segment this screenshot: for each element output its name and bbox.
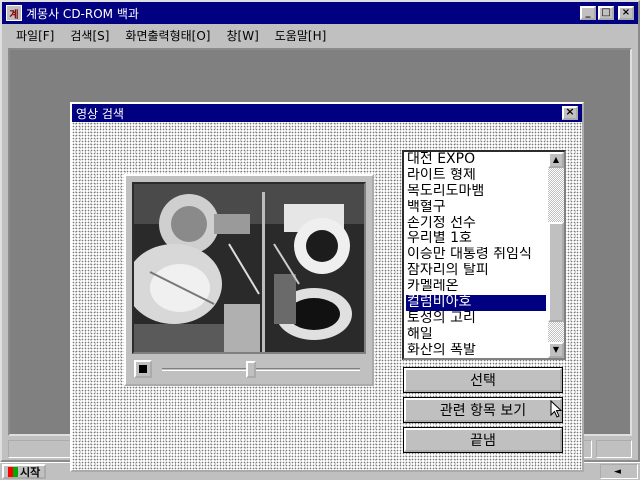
- list-item[interactable]: 이승만 대통령 취임식: [406, 247, 546, 263]
- app-title: 계몽사 CD-ROM 백과: [26, 6, 139, 21]
- dialog-title: 영상 검색: [76, 106, 124, 121]
- list-item[interactable]: 컬럼비아호: [406, 295, 546, 311]
- list-item[interactable]: 목도리도마뱀: [406, 184, 546, 200]
- list-item[interactable]: 카멜레온: [406, 279, 546, 295]
- seek-slider[interactable]: [158, 360, 364, 378]
- list-item[interactable]: 대전 EXPO: [406, 152, 546, 168]
- menu-window[interactable]: 창[W]: [218, 27, 266, 44]
- list-item[interactable]: 화산의 폭발: [406, 343, 546, 358]
- dialog-title-bar[interactable]: 영상 검색 ×: [72, 104, 582, 122]
- list-item[interactable]: 토성의 고리: [406, 311, 546, 327]
- menu-bar: 파일[F] 검색[S] 화면출력형태[O] 창[W] 도움말[H]: [2, 24, 638, 46]
- scroll-thumb[interactable]: [548, 222, 564, 322]
- windows-logo-icon: [8, 466, 18, 477]
- video-screen[interactable]: [132, 182, 366, 354]
- video-player: [124, 174, 374, 386]
- list-item[interactable]: 라이트 형제: [406, 168, 546, 184]
- main-title-bar[interactable]: 계 계몽사 CD-ROM 백과 _ □ ×: [2, 2, 638, 24]
- list-item[interactable]: 우리별 1호: [406, 231, 546, 247]
- system-tray: ◄: [600, 464, 638, 479]
- start-label: 시작: [20, 465, 41, 479]
- scroll-up-button[interactable]: ▲: [548, 152, 564, 168]
- video-list[interactable]: 대전 EXPO 라이트 형제 목도리도마뱀 백혈구 손기정 선수 우리별 1호 이승만 대통…: [402, 150, 566, 360]
- mouse-cursor-icon: [550, 400, 562, 418]
- scroll-down-button[interactable]: ▼: [548, 342, 564, 358]
- list-scrollbar[interactable]: ▲ ▼: [548, 152, 564, 358]
- related-items-button[interactable]: 관련 항목 보기: [403, 397, 563, 423]
- maximize-button[interactable]: □: [598, 6, 614, 20]
- status-cell: [596, 440, 632, 458]
- video-controls: [132, 358, 366, 380]
- menu-search[interactable]: 검색[S]: [62, 27, 117, 44]
- stop-button[interactable]: [134, 360, 152, 378]
- video-search-dialog: 영상 검색 × 대전 EXPO 라이트 형제 목도리도마뱀 백혈구 손기정 선수…: [70, 102, 584, 472]
- menu-file[interactable]: 파일[F]: [8, 27, 62, 44]
- seek-thumb[interactable]: [246, 361, 256, 378]
- menu-display-mode[interactable]: 화면출력형태[O]: [117, 27, 218, 44]
- stop-icon: [139, 365, 147, 373]
- select-button[interactable]: 선택: [403, 367, 563, 393]
- dialog-close-button[interactable]: ×: [562, 106, 578, 120]
- seek-track: [162, 368, 360, 371]
- close-button[interactable]: ×: [618, 6, 634, 20]
- exit-button[interactable]: 끝냄: [403, 427, 563, 453]
- status-cell: [8, 440, 74, 458]
- list-item[interactable]: 손기정 선수: [406, 216, 546, 232]
- app-icon[interactable]: 계: [6, 5, 22, 21]
- volume-icon[interactable]: ◄: [614, 467, 621, 477]
- menu-help[interactable]: 도움말[H]: [267, 27, 335, 44]
- list-item[interactable]: 해일: [406, 327, 546, 343]
- minimize-button[interactable]: _: [580, 6, 596, 20]
- video-list-items: 대전 EXPO 라이트 형제 목도리도마뱀 백혈구 손기정 선수 우리별 1호 이승만 대통…: [404, 152, 546, 358]
- video-frame-image: [134, 184, 364, 352]
- list-item[interactable]: 백혈구: [406, 200, 546, 216]
- start-button[interactable]: 시작: [2, 464, 47, 479]
- list-item[interactable]: 잠자리의 탈피: [406, 263, 546, 279]
